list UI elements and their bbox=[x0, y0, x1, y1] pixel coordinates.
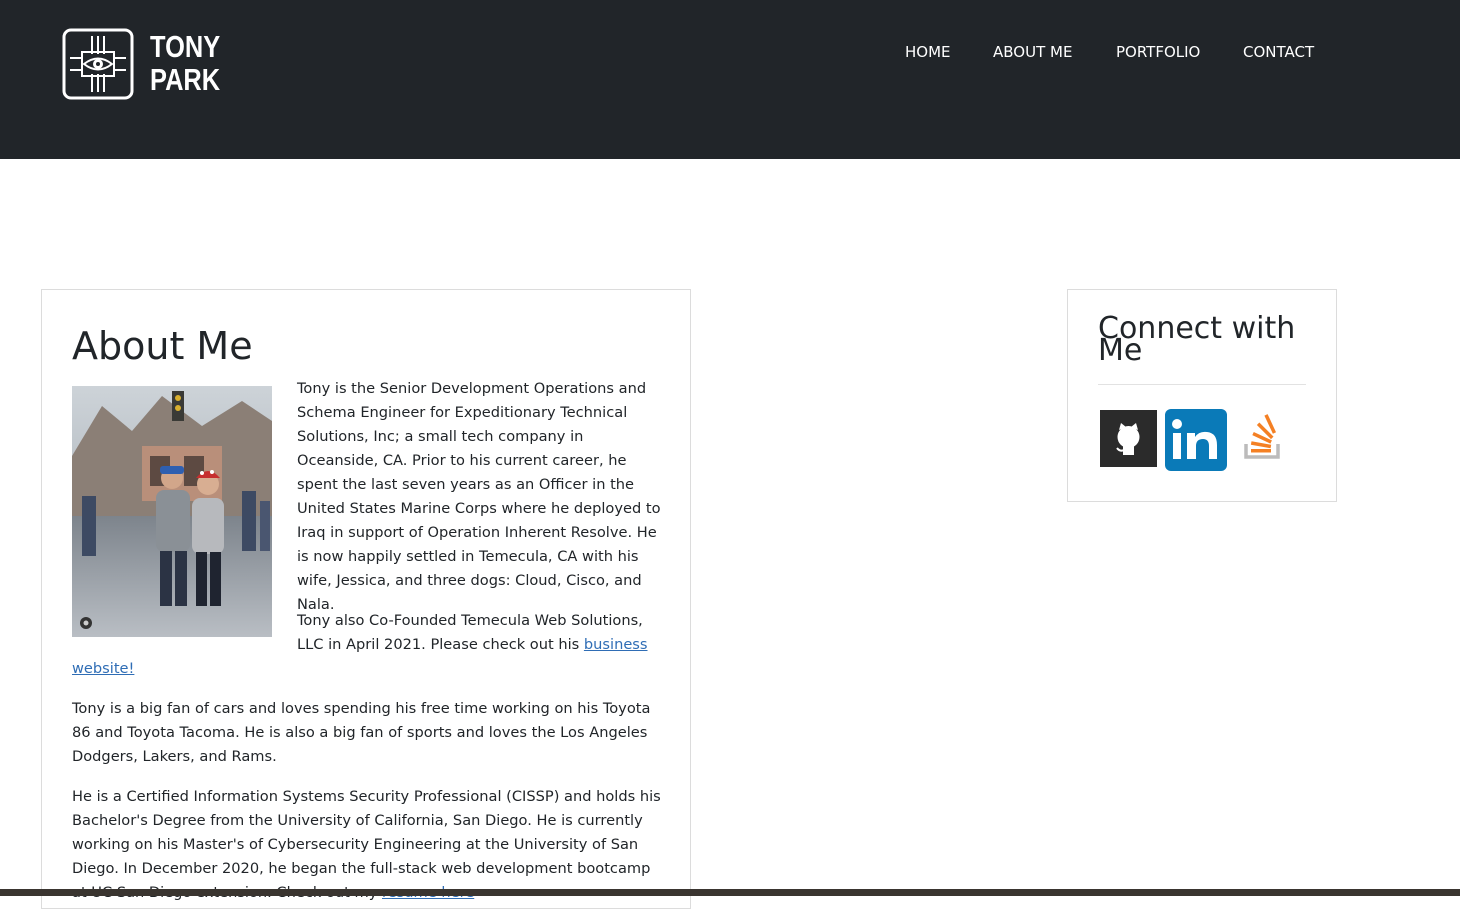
brand-name: TONY PARK bbox=[150, 30, 220, 96]
footer-edge bbox=[0, 889, 1460, 896]
site-header: TONY PARK HOME ABOUT ME PORTFOLIO CONTAC… bbox=[0, 0, 1460, 159]
stackoverflow-glyph bbox=[1244, 414, 1280, 459]
photo-illustration bbox=[72, 386, 272, 637]
github-glyph bbox=[1116, 423, 1140, 455]
brand-line-1: TONY bbox=[150, 29, 221, 64]
couple-photo bbox=[72, 386, 272, 637]
about-paragraph-3: Tony is a big fan of cars and loves spen… bbox=[72, 700, 651, 765]
nav-about-me[interactable]: ABOUT ME bbox=[993, 43, 1072, 61]
stackoverflow-icon[interactable] bbox=[1240, 410, 1284, 467]
about-paragraph-4: He is a Certified Information Systems Se… bbox=[72, 785, 662, 905]
linkedin-icon[interactable] bbox=[1165, 409, 1227, 471]
about-card: About Me Tony is the Senior Development … bbox=[41, 289, 691, 909]
nav-contact[interactable]: CONTACT bbox=[1243, 43, 1314, 61]
about-paragraph-4-text: He is a Certified Information Systems Se… bbox=[72, 788, 661, 901]
about-paragraph-2: Tony also Co-Founded Temecula Web Soluti… bbox=[297, 609, 669, 657]
business-website-link-cont[interactable]: website! bbox=[72, 660, 134, 677]
connect-card: Connect with Me bbox=[1067, 289, 1337, 502]
about-paragraph-2-cont: website! bbox=[72, 657, 372, 681]
brand-line-2: PARK bbox=[150, 62, 221, 97]
nav-portfolio[interactable]: PORTFOLIO bbox=[1116, 43, 1200, 61]
github-icon[interactable] bbox=[1100, 410, 1157, 467]
connect-title: Connect with Me bbox=[1098, 311, 1296, 368]
connect-divider bbox=[1098, 384, 1306, 385]
business-website-link[interactable]: business bbox=[584, 636, 648, 653]
eye-circuit-logo-icon bbox=[62, 28, 134, 100]
about-paragraph-1: Tony is the Senior Development Operation… bbox=[297, 380, 661, 613]
brand-logo[interactable]: TONY PARK bbox=[62, 28, 220, 102]
nav-home[interactable]: HOME bbox=[905, 43, 951, 61]
about-title: About Me bbox=[72, 324, 253, 368]
linkedin-glyph bbox=[1172, 419, 1217, 459]
